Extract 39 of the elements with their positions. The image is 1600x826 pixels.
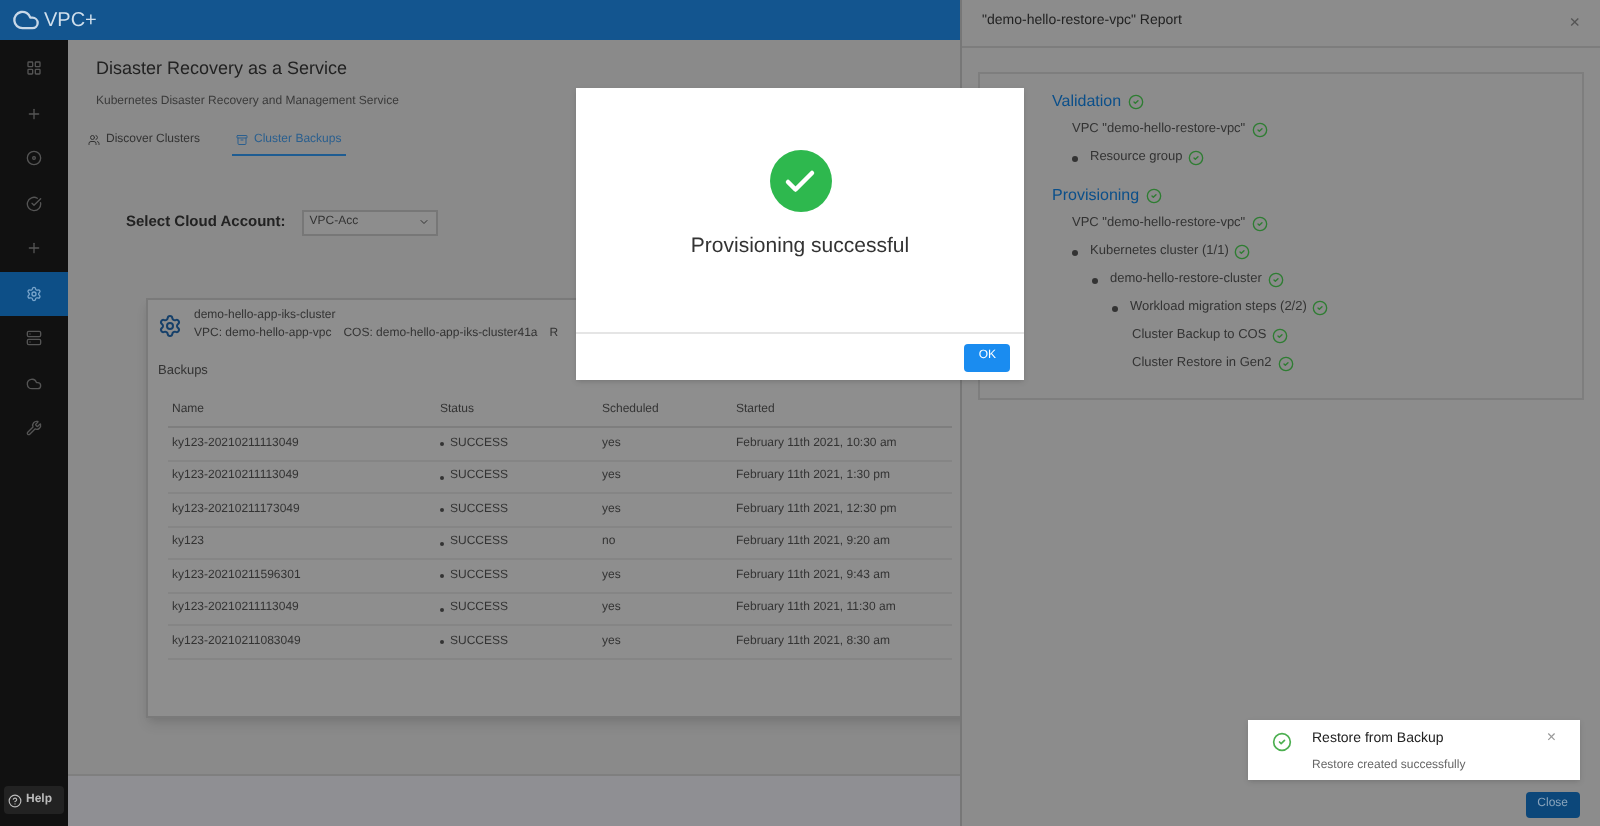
disc-icon [26, 150, 42, 167]
gear-icon [26, 285, 42, 302]
cloud-logo-icon [12, 6, 40, 34]
section-link[interactable]: Validation [1052, 89, 1122, 113]
bullet-icon [1092, 277, 1098, 283]
users-icon [88, 134, 100, 146]
check-icon [1272, 328, 1289, 344]
check-icon [1277, 356, 1294, 372]
wrench-icon [26, 420, 42, 437]
check-icon [1312, 300, 1329, 316]
bullet-icon [1112, 305, 1118, 311]
check-icon [1127, 93, 1144, 109]
check-icon [1251, 122, 1268, 138]
helm-icon [158, 313, 182, 337]
dialog-message: Provisioning successful [690, 232, 910, 262]
check-icon [1234, 244, 1251, 260]
toast-close-button[interactable]: × [1546, 730, 1556, 746]
plus-icon [26, 240, 42, 257]
check-icon [1145, 187, 1162, 203]
close-button[interactable]: × [1569, 9, 1580, 37]
check-icon [1272, 732, 1292, 752]
help-icon [8, 793, 22, 807]
page-title: Disaster Recovery as a Service [96, 56, 350, 82]
bullet-icon [1072, 249, 1078, 255]
chevron-down-icon [417, 216, 430, 228]
plus-icon [26, 105, 42, 122]
check-circle-icon [26, 195, 42, 212]
archive-icon [236, 134, 249, 146]
check-icon [1188, 150, 1205, 166]
check-icon [1267, 272, 1284, 288]
cloud-icon [26, 375, 42, 392]
check-icon [1251, 216, 1268, 232]
grid-icon [26, 60, 42, 77]
success-icon [769, 150, 831, 212]
bullet-icon [1072, 155, 1078, 161]
sidebar-item[interactable] [0, 271, 68, 316]
server-icon [26, 330, 42, 347]
app-logo: VPC+ [44, 7, 97, 35]
section-link[interactable]: Provisioning [1052, 183, 1140, 207]
